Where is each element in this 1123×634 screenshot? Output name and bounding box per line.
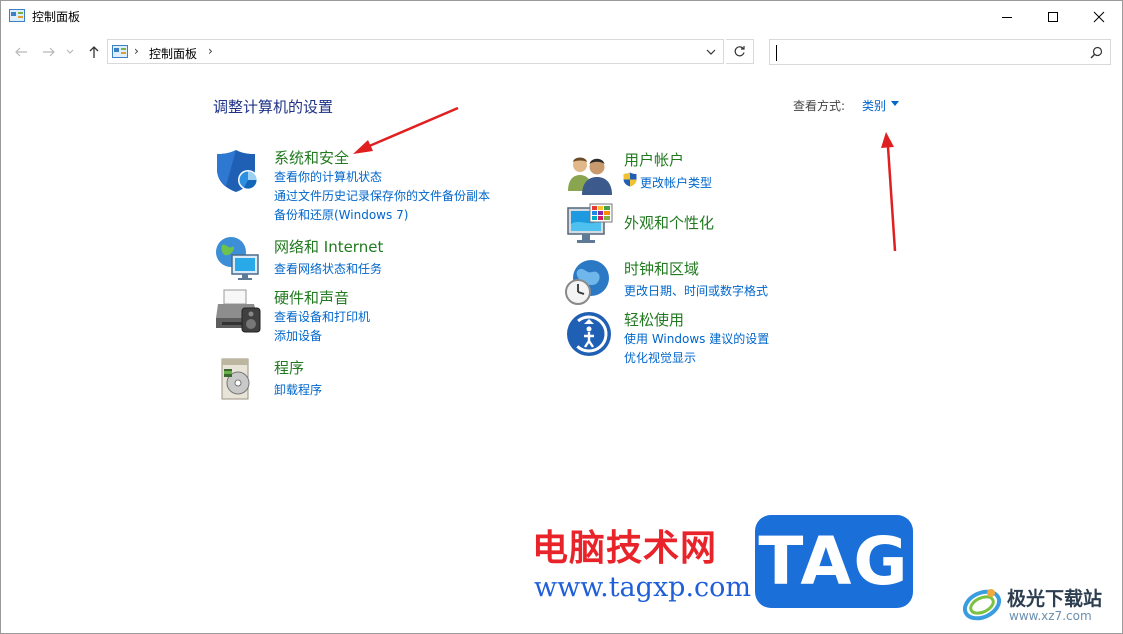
watermark-cn-title: 电脑技术网 [532, 528, 718, 569]
watermark-tag-badge: TAG [755, 515, 913, 608]
watermark-site-url: www.xz7.com [1009, 609, 1092, 623]
watermark-tag-text: TAG [758, 523, 910, 600]
control-panel-window: 控制面板 › 控制面板 › 调整计算机的设置 查看方式: 类别 系统和安全 查看… [0, 0, 1123, 634]
arrow-to-view-by [881, 132, 897, 252]
arrow-to-system-security [353, 106, 459, 154]
watermark-site-name: 极光下载站 [1007, 588, 1103, 610]
watermark-url: www.tagxp.com [534, 572, 752, 603]
xz7-logo-icon [962, 589, 1002, 621]
